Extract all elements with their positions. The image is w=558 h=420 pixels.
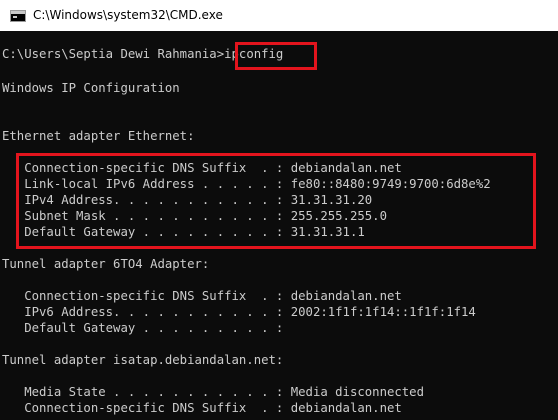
ethernet-adapter-header: Ethernet adapter Ethernet: xyxy=(2,129,195,143)
title-bar[interactable]: C:\Windows\system32\CMD.exe xyxy=(0,0,558,31)
console-output[interactable]: C:\Users\Septia Dewi Rahmania>ipconfig W… xyxy=(0,31,558,420)
tunnel-6to4-ipv6-line: IPv6 Address. . . . . . . . . . . : 2002… xyxy=(2,305,476,319)
tunnel-isatap-media-state-line: Media State . . . . . . . . . . . : Medi… xyxy=(2,385,424,399)
cmd-window: C:\Windows\system32\CMD.exe C:\Users\Sep… xyxy=(0,0,558,420)
ethernet-details-highlight-box xyxy=(16,153,536,249)
tunnel-6to4-header: Tunnel adapter 6TO4 Adapter: xyxy=(2,257,210,271)
ip-config-heading: Windows IP Configuration xyxy=(2,81,180,95)
tunnel-6to4-dns-suffix-line: Connection-specific DNS Suffix . : debia… xyxy=(2,289,402,303)
prompt-text: C:\Users\Septia Dewi Rahmania> xyxy=(2,47,225,61)
command-highlight-box xyxy=(235,42,317,70)
window-title: C:\Windows\system32\CMD.exe xyxy=(33,8,223,22)
tunnel-isatap-header: Tunnel adapter isatap.debiandalan.net: xyxy=(2,353,284,367)
tunnel-isatap-dns-suffix-line: Connection-specific DNS Suffix . : debia… xyxy=(2,401,402,415)
cmd-console-icon[interactable] xyxy=(10,10,26,22)
tunnel-6to4-default-gateway-line: Default Gateway . . . . . . . . . : xyxy=(2,321,284,335)
